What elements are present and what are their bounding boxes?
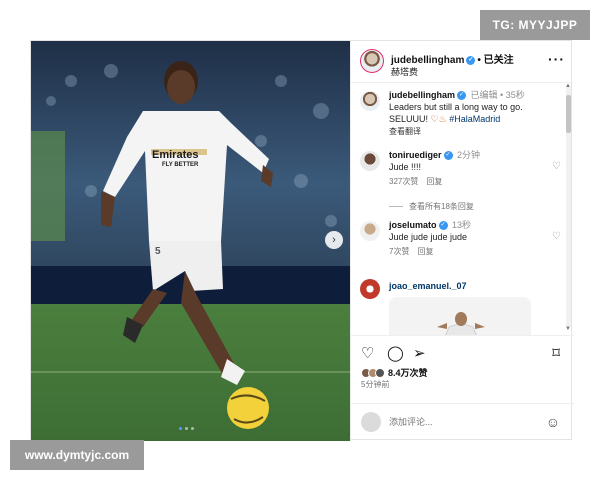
comments-area[interactable]: ▲ ▼ judebellingham ✓ 已编辑 • 35秒 Leaders bu… [351,83,574,335]
author-line: judebellingham ✓ • 已关注 [391,51,514,66]
comment-avatar[interactable] [360,151,380,171]
post-photo[interactable]: Emirates FLY BETTER 5 › [31,41,350,441]
add-comment-bar: ☺ [351,403,574,441]
heart-icon[interactable]: ♡ [552,231,561,242]
comment-media-preview[interactable] [389,297,531,335]
likes-count[interactable]: 8.4万次赞 [388,366,428,379]
comment-icon[interactable]: ◯ [387,344,404,362]
heart-emoji-icon: ♡ [430,114,439,124]
comment-time: 2分钟 [457,150,481,160]
carousel-dot [191,427,194,430]
comment-avatar[interactable] [360,279,380,299]
comment-time: 13秒 [452,220,472,230]
scroll-thumb[interactable] [566,95,571,133]
add-comment-input[interactable] [389,417,519,427]
comment-username[interactable]: joselumato [389,220,437,230]
view-replies-link[interactable]: 查看所有18条回复 [389,201,474,212]
stage: TG: MYYJJPP Emirates FLY BETTER 5 › jude… [0,0,600,480]
caption-text-line1: Leaders but still a long way to go. [389,102,523,112]
follow-state-button[interactable]: 已关注 [484,55,514,66]
shirt-sponsor-text: Emirates [152,149,199,161]
heart-icon[interactable]: ♡ [552,161,561,172]
comment-text: Jude jude jude jude [389,232,468,242]
watermark-top: TG: MYYJJPP [480,10,590,40]
more-icon[interactable]: ··· [548,51,565,67]
carousel-dots [179,427,194,430]
share-icon[interactable]: ➢ [413,344,426,362]
verified-badge-icon: ✓ [438,221,448,231]
verified-badge-icon: ✓ [466,55,476,65]
likes-row[interactable]: 8.4万次赞 [361,366,428,379]
post-time-ago: 5分钟前 [361,380,390,389]
comment-username[interactable]: toniruediger [389,150,442,160]
player-photo-illustration [31,41,350,441]
next-photo-button[interactable]: › [325,231,343,249]
caption-edited: 已编辑 [470,90,498,100]
fire-emoji-icon: ♨ [438,114,447,124]
comments-scrollbar[interactable]: ▲ ▼ [565,83,571,332]
comment-avatar[interactable] [360,221,380,241]
dot-separator: • [497,90,506,100]
caption-text-line2: SELUUU! [389,114,429,124]
comment: joao_emanuel._07 [360,277,555,299]
liker-avatar [375,367,385,378]
translate-link[interactable]: 查看翻译 [389,127,421,136]
next-icon: › [332,234,336,246]
comment-likes[interactable]: 327次赞 [389,177,418,186]
scroll-down-icon[interactable]: ▼ [565,326,571,332]
post-actions: ♡ ◯ ➢ ⌑ 8.4万次赞 5分钟前 [351,335,574,395]
verified-badge-icon: ✓ [443,151,453,161]
instagram-post: Emirates FLY BETTER 5 › judebellingham ✓ •… [30,40,574,441]
comment-likes[interactable]: 7次赞 [389,247,409,256]
carousel-dot [179,427,182,430]
post-side-panel: judebellingham ✓ • 已关注 赫塔费 ··· ▲ ▼ judebel… [350,41,574,441]
comment-text: Jude !!!! [389,162,422,172]
shirt-sponsor-subtext: FLY BETTER [162,162,199,168]
scroll-up-icon[interactable]: ▲ [565,83,571,89]
caption: judebellingham ✓ 已编辑 • 35秒 Leaders but st… [360,89,555,138]
carousel-dot [185,427,188,430]
bookmark-icon[interactable]: ⌑ [552,344,560,362]
shorts-number: 5 [155,246,161,257]
reply-button[interactable]: 回复 [417,247,433,256]
verified-badge-icon: ✓ [457,91,467,101]
caption-time: 35秒 [505,90,525,100]
reply-button[interactable]: 回复 [426,177,442,186]
caption-hashtag[interactable]: #HalaMadrid [449,114,500,124]
watermark-bottom: www.dymtyjc.com [10,440,144,470]
preview-figure [437,312,485,335]
comment: toniruediger ✓ 2分钟 Jude !!!! 327次赞 回复 ♡ [360,149,561,188]
post-header: judebellingham ✓ • 已关注 赫塔费 ··· [351,41,573,83]
comment-username[interactable]: joao_emanuel._07 [389,281,467,291]
dot-separator: • [477,55,481,66]
caption-avatar[interactable] [360,91,380,111]
comment: joselumato ✓ 13秒 Jude jude jude jude 7次赞回… [360,219,561,258]
post-location[interactable]: 赫塔费 [391,65,418,78]
viewer-avatar [361,412,381,432]
emoji-icon[interactable]: ☺ [546,414,560,430]
caption-username[interactable]: judebellingham [389,90,455,100]
author-avatar[interactable] [360,49,384,73]
heart-icon[interactable]: ♡ [361,344,374,362]
